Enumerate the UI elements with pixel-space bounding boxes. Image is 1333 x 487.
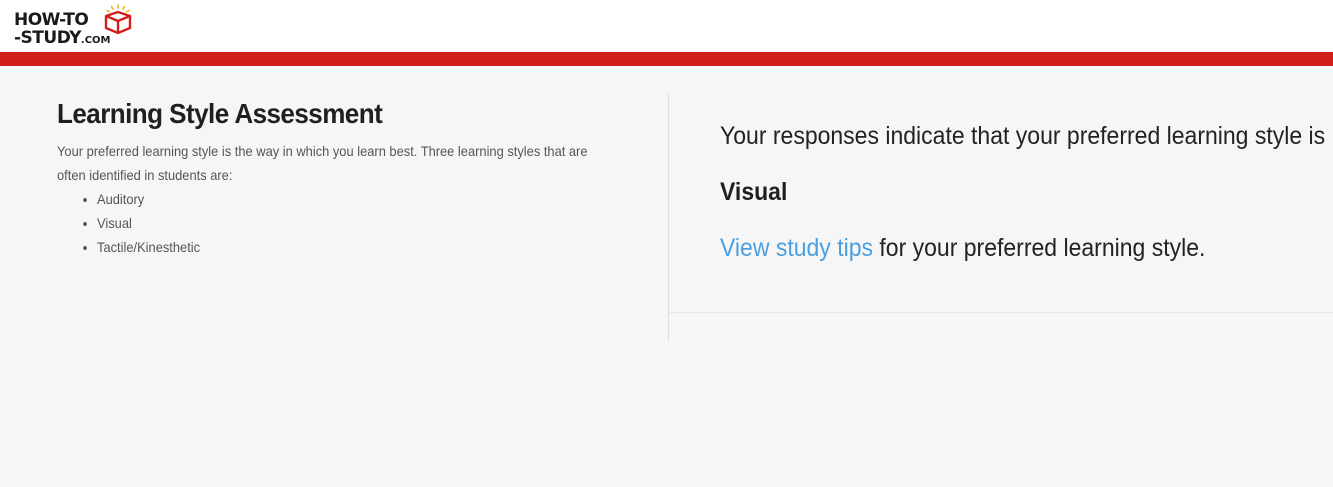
site-logo[interactable]: HOW-TO -STUDY.COM (14, 4, 136, 48)
list-item: Auditory (97, 187, 585, 211)
page-title: Learning Style Assessment (57, 98, 383, 129)
site-header: HOW-TO -STUDY.COM (0, 0, 1333, 52)
logo-text-line2: -STUDY.COM (14, 28, 111, 48)
book-box-icon (104, 4, 132, 34)
result-style: Visual (720, 178, 788, 206)
column-divider (668, 93, 669, 342)
list-item: Visual (97, 211, 585, 235)
assessment-info: Learning Style Assessment Your preferred… (57, 94, 627, 259)
assessment-result: Your responses indicate that your prefer… (720, 118, 1333, 266)
view-study-tips-link[interactable]: View study tips (720, 234, 873, 262)
logo-text-line1: HOW-TO (14, 10, 89, 30)
result-statement: Your responses indicate that your prefer… (720, 122, 1326, 150)
logo-com: .COM (80, 35, 111, 46)
intro-text: Your preferred learning style is the way… (57, 143, 588, 183)
result-divider (669, 312, 1333, 313)
list-item: Tactile/Kinesthetic (97, 235, 585, 259)
header-accent-bar (0, 52, 1333, 66)
learning-styles-list: Auditory Visual Tactile/Kinesthetic (57, 187, 627, 259)
study-tips-suffix: for your preferred learning style. (872, 234, 1206, 262)
study-tips-line: View study tips for your preferred learn… (720, 230, 1284, 266)
